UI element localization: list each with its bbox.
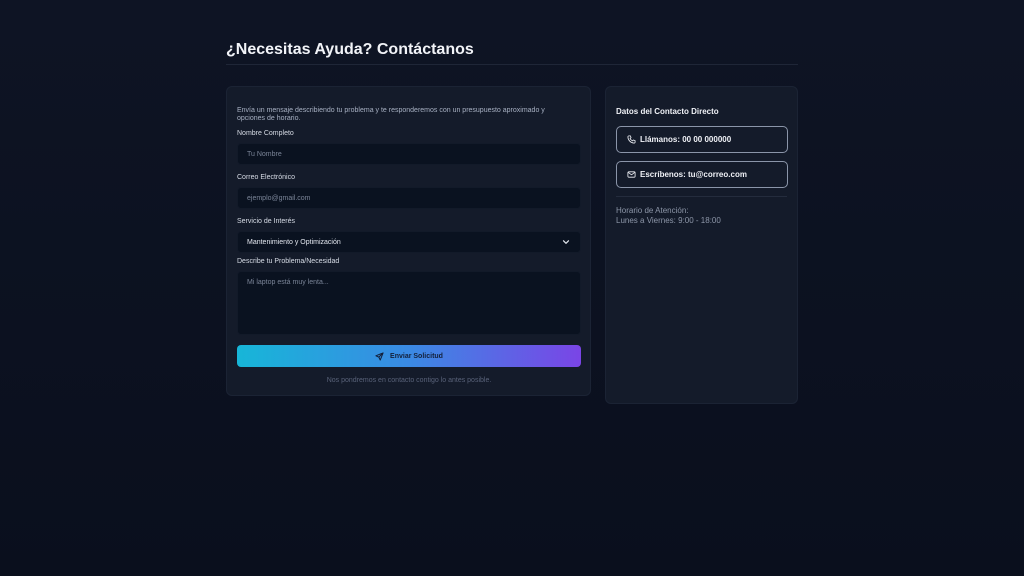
contact-section: ¿Necesitas Ayuda? Contáctanos Envía un m… [226, 40, 798, 406]
hours-label: Horario de Atención: [616, 206, 689, 215]
name-input[interactable]: Tu Nombre [237, 143, 581, 165]
service-select[interactable]: Mantenimiento y Optimización [237, 231, 581, 253]
problem-textarea[interactable]: Mi laptop está muy lenta... [237, 271, 581, 335]
service-selected-value: Mantenimiento y Optimización [247, 238, 341, 246]
page: ¿Necesitas Ayuda? Contáctanos Envía un m… [0, 0, 1024, 576]
call-label: Llámanos: 00 00 000000 [640, 135, 732, 144]
contact-info-card: Datos del Contacto Directo Llámanos: 00 … [605, 86, 798, 404]
form-intro: Envía un mensaje describiendo tu problem… [237, 107, 545, 122]
info-divider [616, 196, 787, 197]
email-button[interactable]: Escríbenos: tu@correo.com [616, 161, 788, 188]
contact-form-card: Envía un mensaje describiendo tu problem… [226, 86, 591, 396]
chevron-down-icon [561, 237, 571, 247]
content-grid: Envía un mensaje describiendo tu problem… [226, 86, 798, 406]
name-label: Nombre Completo [237, 130, 294, 137]
form-note: Nos pondremos en contacto contigo lo ant… [326, 377, 492, 384]
hours-value: Lunes a Viernes: 9:00 - 18:00 [616, 216, 721, 225]
email-contact-label: Escríbenos: tu@correo.com [640, 170, 747, 179]
service-label: Servicio de Interés [237, 218, 295, 225]
title-divider [226, 64, 798, 65]
page-title: ¿Necesitas Ayuda? Contáctanos [226, 41, 474, 58]
send-icon [375, 351, 384, 361]
submit-label: Enviar Solicitud [390, 352, 443, 360]
problem-label: Describe tu Problema/Necesidad [237, 258, 340, 265]
email-label: Correo Electrónico [237, 174, 295, 181]
email-input[interactable]: ejemplo@gmail.com [237, 187, 581, 209]
mail-icon [627, 170, 636, 179]
contact-info-title: Datos del Contacto Directo [616, 107, 719, 116]
call-button[interactable]: Llámanos: 00 00 000000 [616, 126, 788, 153]
submit-button[interactable]: Enviar Solicitud [237, 345, 581, 367]
phone-icon [627, 135, 636, 144]
